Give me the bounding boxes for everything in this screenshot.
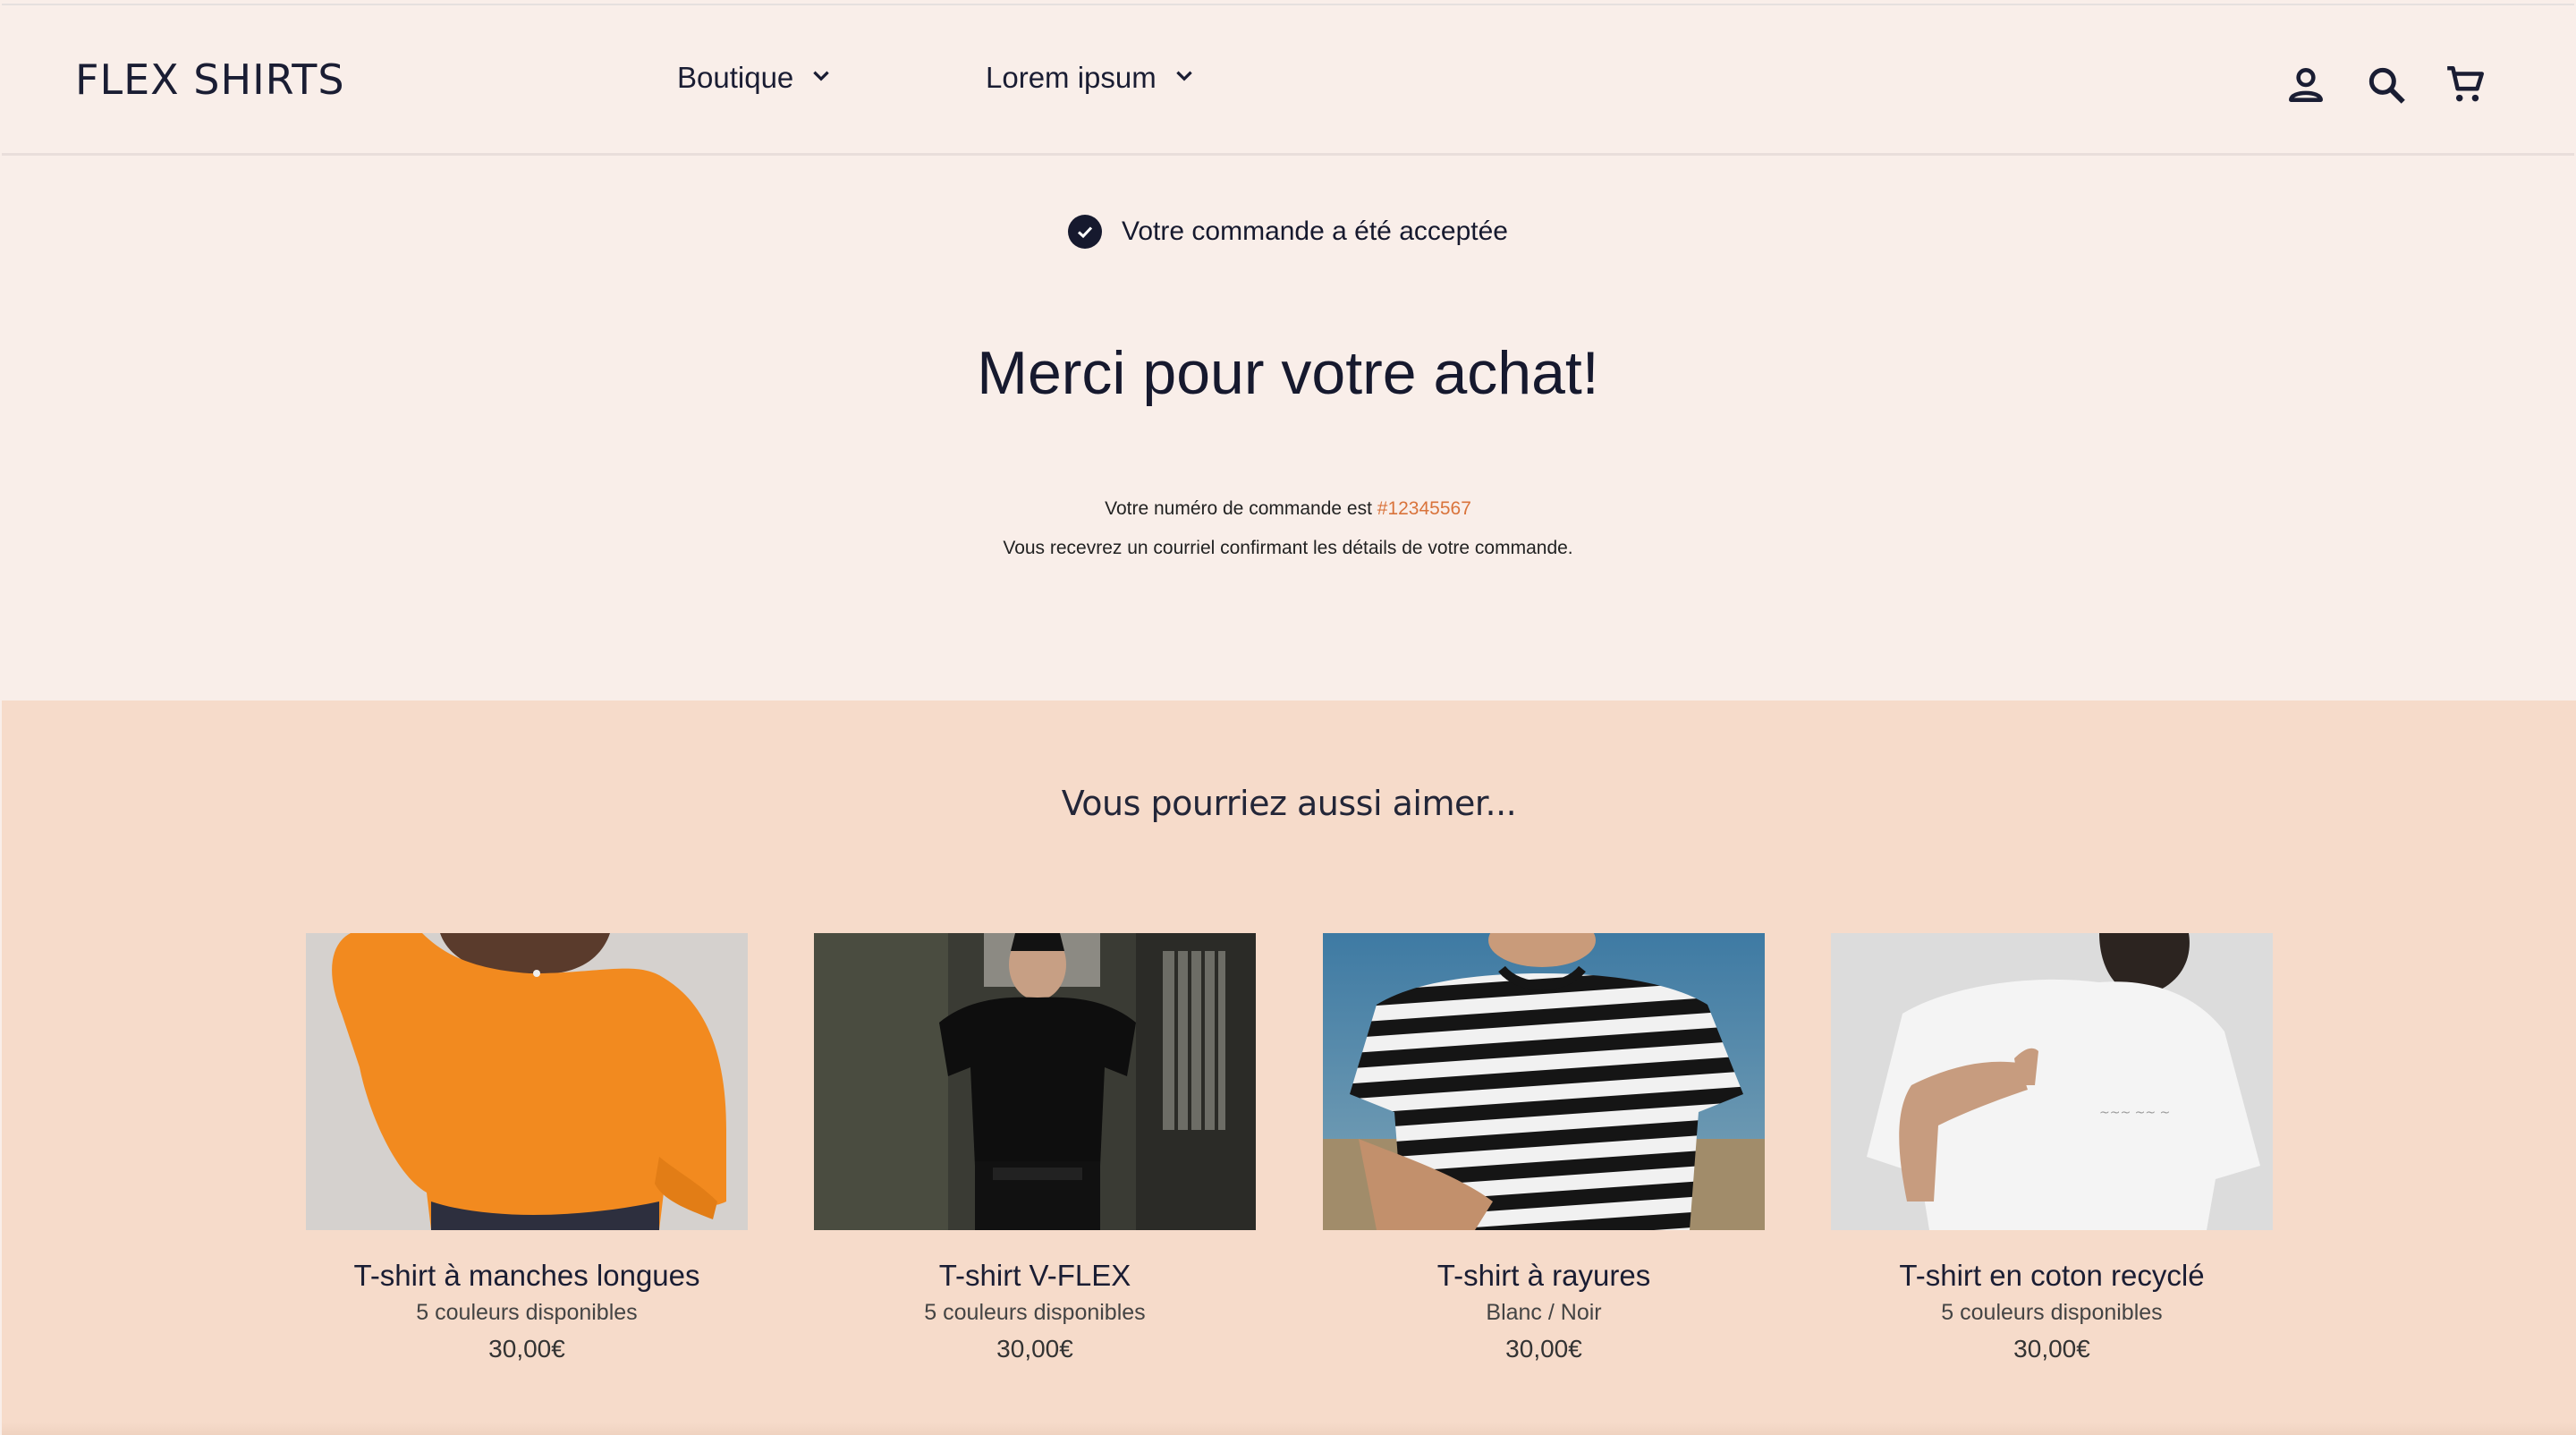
- order-accepted-notice: Votre commande a été acceptée: [0, 215, 2576, 249]
- product-price: 30,00€: [996, 1335, 1073, 1363]
- recommendations-title: Vous pourriez aussi aimer...: [1061, 784, 1517, 823]
- footer-edge: [2, 1422, 2576, 1435]
- product-name: T-shirt V-FLEX: [938, 1259, 1131, 1292]
- product-price: 30,00€: [488, 1335, 565, 1363]
- chevron-down-icon: [809, 61, 833, 95]
- product-image: [1323, 933, 1765, 1230]
- product-card[interactable]: T-shirt V-FLEX 5 couleurs disponibles 30…: [814, 933, 1256, 1363]
- product-name: T-shirt à manches longues: [353, 1259, 700, 1292]
- page-title: Merci pour votre achat!: [977, 339, 1599, 407]
- nav-label: Boutique: [677, 61, 794, 94]
- product-price: 30,00€: [2013, 1335, 2090, 1363]
- product-card[interactable]: ~~~ ~~ ~ T-shirt en coton recyclé 5 coul…: [1831, 933, 2273, 1363]
- order-number-line: Votre numéro de commande est #12345567: [0, 498, 2576, 520]
- check-circle-icon: [1068, 215, 1103, 249]
- chevron-down-icon: [1173, 61, 1196, 95]
- site-header: FLEX SHIRTS Boutique Lorem ipsum: [2, 4, 2574, 156]
- product-price: 30,00€: [1505, 1335, 1582, 1363]
- product-name: T-shirt à rayures: [1436, 1259, 1651, 1292]
- product-image: ~~~ ~~ ~: [1831, 933, 2273, 1230]
- product-image: [814, 933, 1256, 1230]
- order-number-link[interactable]: #12345567: [1377, 498, 1471, 519]
- nav-item-lorem-ipsum[interactable]: Lorem ipsum: [986, 61, 1196, 95]
- recommendations-section: Vous pourriez aussi aimer... T-shirt à m…: [2, 701, 2576, 1435]
- notice-text: Votre commande a été acceptée: [1122, 217, 1508, 246]
- nav-item-boutique[interactable]: Boutique: [677, 61, 833, 95]
- cart-icon[interactable]: [2444, 63, 2488, 107]
- product-card[interactable]: T-shirt à manches longues 5 couleurs dis…: [306, 933, 748, 1363]
- svg-text:~~~ ~~ ~: ~~~ ~~ ~: [2099, 1106, 2170, 1120]
- product-image: [306, 933, 748, 1230]
- product-card[interactable]: T-shirt à rayures Blanc / Noir 30,00€: [1323, 933, 1765, 1363]
- account-icon[interactable]: [2284, 63, 2328, 107]
- product-subtitle: Blanc / Noir: [1486, 1300, 1602, 1325]
- product-name: T-shirt en coton recyclé: [1899, 1259, 2205, 1292]
- email-confirmation-note: Vous recevrez un courriel confirmant les…: [1003, 538, 1573, 558]
- search-icon[interactable]: [2364, 63, 2409, 107]
- logo[interactable]: FLEX SHIRTS: [75, 55, 345, 104]
- order-number-label: Votre numéro de commande est: [1105, 498, 1377, 519]
- product-subtitle: 5 couleurs disponibles: [1941, 1300, 2163, 1325]
- product-subtitle: 5 couleurs disponibles: [924, 1300, 1146, 1325]
- product-subtitle: 5 couleurs disponibles: [416, 1300, 638, 1325]
- nav-label: Lorem ipsum: [986, 61, 1157, 94]
